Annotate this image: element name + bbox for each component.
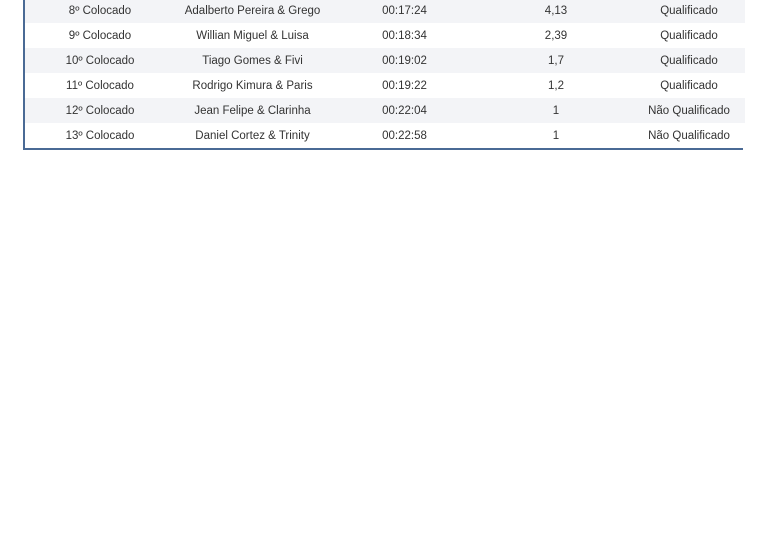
team-cell: Adalberto Pereira & Grego: [175, 0, 330, 23]
time-cell: 00:19:02: [330, 48, 479, 73]
time-cell: 00:22:58: [330, 123, 479, 148]
results-table: 8º Colocado Adalberto Pereira & Grego 00…: [23, 0, 745, 150]
table-row: 9º Colocado Willian Miguel & Luisa 00:18…: [25, 23, 745, 48]
table-row: 8º Colocado Adalberto Pereira & Grego 00…: [25, 0, 745, 23]
team-cell: Jean Felipe & Clarinha: [175, 98, 330, 123]
status-cell: Qualificado: [633, 48, 745, 73]
position-cell: 9º Colocado: [25, 23, 175, 48]
team-cell: Daniel Cortez & Trinity: [175, 123, 330, 148]
status-cell: Não Qualificado: [633, 98, 745, 123]
position-cell: 10º Colocado: [25, 48, 175, 73]
table-row: 10º Colocado Tiago Gomes & Fivi 00:19:02…: [25, 48, 745, 73]
position-cell: 11º Colocado: [25, 73, 175, 98]
table-row: 12º Colocado Jean Felipe & Clarinha 00:2…: [25, 98, 745, 123]
team-cell: Willian Miguel & Luisa: [175, 23, 330, 48]
score-cell: 1: [479, 123, 633, 148]
team-cell: Rodrigo Kimura & Paris: [175, 73, 330, 98]
position-cell: 12º Colocado: [25, 98, 175, 123]
time-cell: 00:18:34: [330, 23, 479, 48]
position-cell: 8º Colocado: [25, 0, 175, 23]
team-cell: Tiago Gomes & Fivi: [175, 48, 330, 73]
time-cell: 00:22:04: [330, 98, 479, 123]
status-cell: Qualificado: [633, 73, 745, 98]
table-row: 11º Colocado Rodrigo Kimura & Paris 00:1…: [25, 73, 745, 98]
score-cell: 2,39: [479, 23, 633, 48]
results-table-grid: 8º Colocado Adalberto Pereira & Grego 00…: [25, 0, 745, 148]
time-cell: 00:19:22: [330, 73, 479, 98]
status-cell: Qualificado: [633, 0, 745, 23]
status-cell: Não Qualificado: [633, 123, 745, 148]
score-cell: 1,7: [479, 48, 633, 73]
position-cell: 13º Colocado: [25, 123, 175, 148]
score-cell: 1: [479, 98, 633, 123]
score-cell: 1,2: [479, 73, 633, 98]
score-cell: 4,13: [479, 0, 633, 23]
status-cell: Qualificado: [633, 23, 745, 48]
table-row: 13º Colocado Daniel Cortez & Trinity 00:…: [25, 123, 745, 148]
time-cell: 00:17:24: [330, 0, 479, 23]
